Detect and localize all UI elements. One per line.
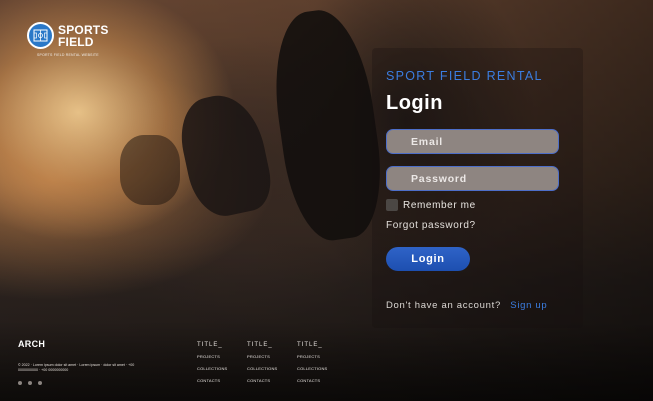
social-icon[interactable] — [18, 381, 22, 385]
email-field[interactable] — [386, 129, 559, 154]
footer-link-contacts[interactable]: CONTACTS — [197, 378, 227, 383]
site-logo[interactable]: SPORTS FIELD — [27, 22, 109, 49]
footer-column-title: TITLE_ — [247, 342, 273, 348]
footer-link-contacts[interactable]: CONTACTS — [297, 378, 327, 383]
social-icon[interactable] — [28, 381, 32, 385]
footer-copyright: © 2022 · Lorem ipsum dolor sit amet · Lo… — [18, 363, 135, 372]
social-icon[interactable] — [38, 381, 42, 385]
signup-prompt: Don't have an account? — [386, 300, 501, 311]
login-button[interactable]: Login — [386, 247, 470, 271]
signup-row: Don't have an account? Sign up — [386, 300, 547, 311]
forgot-password-link[interactable]: Forgot password? — [386, 220, 476, 231]
footer-column-2: TITLE_ PROJECTS COLLECTIONS CONTACTS — [247, 342, 277, 390]
logo-tagline: SPORTS FIELD RENTAL WEBSITE — [37, 53, 99, 57]
footer-column-title: TITLE_ — [297, 342, 323, 348]
remember-me-label: Remember me — [403, 199, 476, 211]
logo-line1: SPORTS — [58, 22, 109, 37]
logo-line2: FIELD — [58, 34, 94, 49]
footer-brand[interactable]: ARCH — [18, 339, 45, 349]
footer-link-projects[interactable]: PROJECTS — [197, 354, 227, 359]
footer-column-1: TITLE_ PROJECTS COLLECTIONS CONTACTS — [197, 342, 227, 390]
social-links — [18, 381, 42, 385]
remember-me-option[interactable]: Remember me — [386, 199, 476, 211]
footer-link-contacts[interactable]: CONTACTS — [247, 378, 277, 383]
footer-link-collections[interactable]: COLLECTIONS — [297, 366, 327, 371]
footer-link-collections[interactable]: COLLECTIONS — [247, 366, 277, 371]
password-field[interactable] — [386, 166, 559, 191]
footer-column-title: TITLE_ — [197, 342, 223, 348]
logo-wordmark: SPORTS FIELD — [58, 24, 109, 48]
footer-link-projects[interactable]: PROJECTS — [297, 354, 327, 359]
login-title: Login — [386, 92, 443, 114]
sports-field-logo-icon — [27, 22, 54, 49]
footer-link-projects[interactable]: PROJECTS — [247, 354, 277, 359]
login-kicker: SPORT FIELD RENTAL — [386, 69, 543, 83]
checkbox-icon[interactable] — [386, 199, 398, 211]
footer-column-3: TITLE_ PROJECTS COLLECTIONS CONTACTS — [297, 342, 327, 390]
signup-link[interactable]: Sign up — [510, 300, 547, 311]
footer-link-collections[interactable]: COLLECTIONS — [197, 366, 227, 371]
